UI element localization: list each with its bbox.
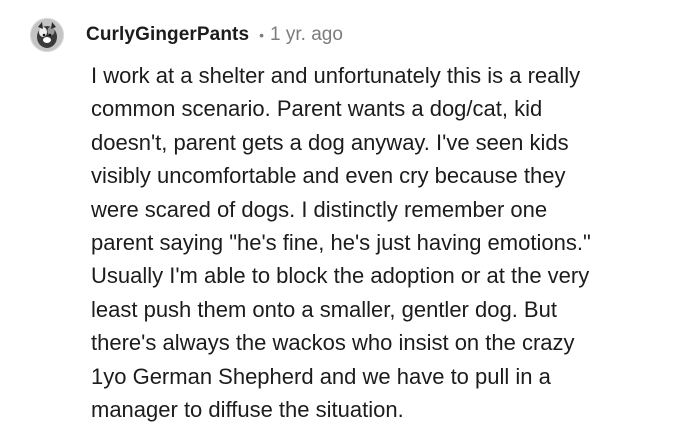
- comment-line: 1yo German Shepherd and we have to pull …: [91, 363, 551, 389]
- comment-line: Usually I'm able to block the adoption o…: [91, 263, 590, 289]
- comment-line: I work at a shelter and unfortunately th…: [91, 63, 581, 88]
- separator-dot: •: [259, 27, 265, 43]
- comment-line: visibly uncomfortable and even cry becau…: [91, 163, 566, 189]
- comment-line: least push them onto a smaller, gentler …: [91, 296, 557, 322]
- comment-line: doesn't, parent gets a dog anyway. I've …: [91, 129, 569, 155]
- comment-line: common scenario. Parent wants a dog/cat,…: [91, 96, 543, 122]
- comment: CurlyGingerPants • 1 yr. ago I work at a…: [0, 0, 700, 424]
- comment-line: there's always the wackos who insist on …: [91, 330, 575, 356]
- timestamp: 1 yr. ago: [270, 24, 343, 45]
- comment-line: parent saying "he's fine, he's just havi…: [91, 230, 591, 256]
- comment-line: manager to diffuse the situation.: [91, 397, 404, 423]
- avatar-image: [30, 18, 64, 52]
- user-avatar[interactable]: [30, 18, 64, 52]
- username-link[interactable]: CurlyGingerPants: [86, 24, 249, 46]
- comment-header: CurlyGingerPants • 1 yr. ago: [30, 17, 343, 53]
- comment-body: I work at a shelter and unfortunately th…: [91, 59, 676, 426]
- comment-line: were scared of dogs. I distinctly rememb…: [91, 196, 548, 222]
